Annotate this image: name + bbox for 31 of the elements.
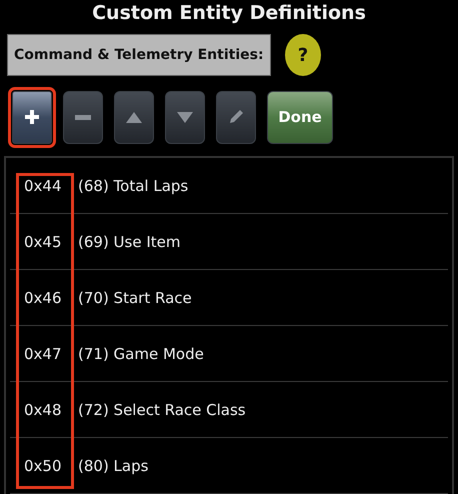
hex-code: 0x47 bbox=[23, 344, 63, 363]
entity-row[interactable]: 0x46 (70) Start Race bbox=[10, 270, 448, 326]
done-button[interactable]: Done bbox=[267, 90, 333, 144]
entity-name: (80) Laps bbox=[77, 456, 148, 475]
pencil-icon bbox=[228, 109, 244, 126]
move-up-button[interactable] bbox=[114, 90, 154, 144]
hex-code: 0x45 bbox=[23, 232, 63, 251]
screen-title: Custom Entity Definitions bbox=[91, 1, 367, 26]
hex-code: 0x48 bbox=[23, 400, 63, 419]
edit-button[interactable] bbox=[216, 90, 256, 144]
entity-row[interactable]: 0x44 (68) Total Laps bbox=[10, 158, 448, 214]
entity-row[interactable]: 0x47 (71) Game Mode bbox=[10, 326, 448, 382]
plus-icon bbox=[24, 109, 40, 126]
remove-button[interactable] bbox=[63, 90, 103, 144]
help-button[interactable]: ? bbox=[285, 34, 321, 76]
entity-name: (71) Game Mode bbox=[77, 344, 204, 363]
entity-row[interactable]: 0x50 (80) Laps bbox=[10, 438, 448, 494]
entity-name: (69) Use Item bbox=[77, 232, 180, 251]
entity-row[interactable]: 0x45 (69) Use Item bbox=[10, 214, 448, 270]
move-down-button[interactable] bbox=[165, 90, 205, 144]
triangle-up-icon bbox=[126, 112, 142, 123]
entity-name: (72) Select Race Class bbox=[77, 400, 246, 419]
minus-icon bbox=[75, 114, 91, 120]
entity-name: (70) Start Race bbox=[77, 288, 192, 307]
section-label: Command & Telemetry Entities: bbox=[7, 34, 271, 76]
hex-code: 0x50 bbox=[23, 456, 63, 475]
triangle-down-icon bbox=[177, 112, 193, 123]
hex-code: 0x46 bbox=[23, 288, 63, 307]
entity-name: (68) Total Laps bbox=[77, 176, 188, 195]
hex-code: 0x44 bbox=[23, 176, 63, 195]
entity-row[interactable]: 0x48 (72) Select Race Class bbox=[10, 382, 448, 438]
